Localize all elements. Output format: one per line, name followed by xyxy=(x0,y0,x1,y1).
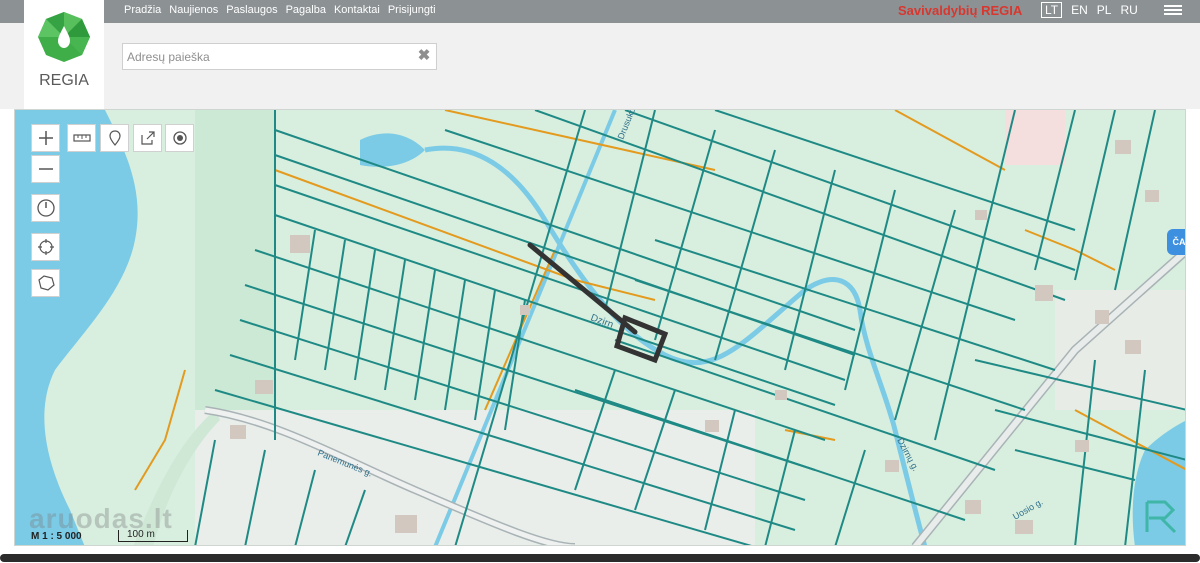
clear-search-icon[interactable]: ✖ xyxy=(417,48,431,64)
share-button[interactable] xyxy=(133,124,162,152)
crosshair-button[interactable] xyxy=(31,233,60,261)
map-view[interactable]: Drusuko g. Dzirn Panemunės g. Dzirnų g. … xyxy=(14,109,1186,546)
nav-item-prisijungti[interactable]: Prisijungti xyxy=(388,4,436,16)
history-button[interactable] xyxy=(31,194,60,222)
pin-icon xyxy=(108,130,121,146)
hamburger-menu-icon[interactable] xyxy=(1163,3,1183,19)
language-switcher: LT EN PL RU xyxy=(1041,2,1138,18)
address-search: ✖ xyxy=(122,43,437,70)
logo[interactable]: REGIA xyxy=(24,0,104,109)
scale-bar-label: 100 m xyxy=(127,529,155,540)
brand-title: Savivaldybių REGIA xyxy=(898,3,1023,18)
map-canvas[interactable]: Drusuko g. Dzirn Panemunės g. Dzirnų g. … xyxy=(15,110,1186,546)
locate-icon xyxy=(172,131,187,145)
address-search-input[interactable] xyxy=(127,47,412,66)
accessibility-button[interactable]: ČA xyxy=(1167,229,1185,255)
scale-bar: 100 m xyxy=(118,529,188,542)
zoom-in-icon xyxy=(38,131,53,145)
nav-item-naujienos[interactable]: Naujienos xyxy=(169,4,218,16)
nav-item-kontaktai[interactable]: Kontaktai xyxy=(334,4,380,16)
top-bar: Pradžia Naujienos Paslaugos Pagalba Kont… xyxy=(0,0,1200,23)
main-nav: Pradžia Naujienos Paslaugos Pagalba Kont… xyxy=(124,4,436,16)
nav-item-pradzia[interactable]: Pradžia xyxy=(124,4,161,16)
lang-lt[interactable]: LT xyxy=(1041,2,1063,18)
zoom-in-button[interactable] xyxy=(31,124,60,152)
polygon-icon xyxy=(37,275,55,291)
polygon-button[interactable] xyxy=(31,269,60,297)
measure-icon xyxy=(72,134,91,142)
measure-button[interactable] xyxy=(67,124,96,152)
lang-en[interactable]: EN xyxy=(1071,3,1088,17)
lang-pl[interactable]: PL xyxy=(1097,3,1112,17)
lang-ru[interactable]: RU xyxy=(1120,3,1137,17)
nav-item-paslaugos[interactable]: Paslaugos xyxy=(226,4,277,16)
zoom-out-button[interactable] xyxy=(31,155,60,183)
logo-text: REGIA xyxy=(39,72,89,89)
zoom-out-icon xyxy=(38,168,53,170)
pin-button[interactable] xyxy=(100,124,129,152)
locate-button[interactable] xyxy=(165,124,194,152)
crosshair-icon xyxy=(37,239,54,255)
horizontal-scrollbar[interactable] xyxy=(0,554,1200,562)
share-icon xyxy=(140,131,155,145)
history-icon xyxy=(36,199,55,217)
nav-item-pagalba[interactable]: Pagalba xyxy=(286,4,326,16)
regia-logo-icon xyxy=(38,12,90,62)
scale-text: M 1 : 5 000 xyxy=(31,531,82,542)
